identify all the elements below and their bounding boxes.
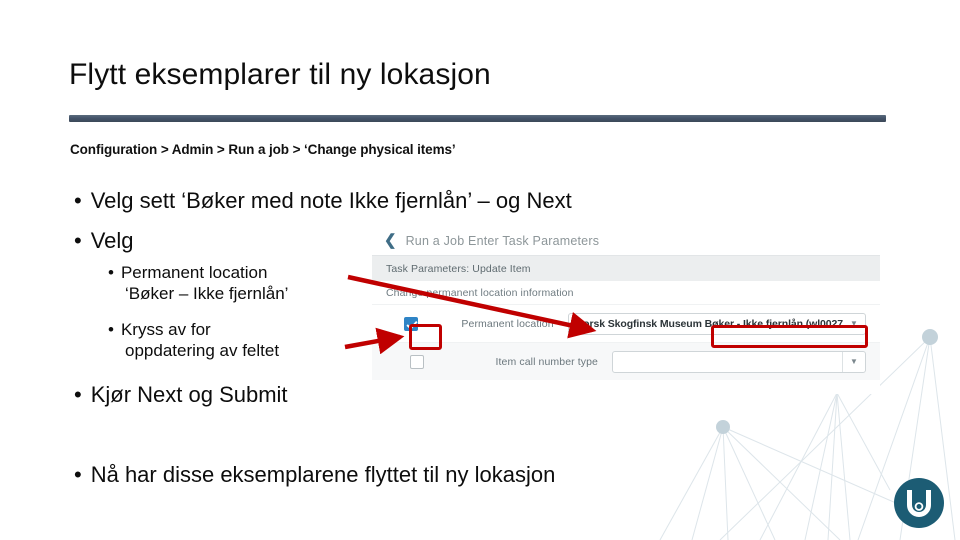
chevron-down-icon[interactable]: ▼ xyxy=(843,314,865,334)
bullet-velg-sett: • Velg sett ‘Bøker med note Ikke fjernlån… xyxy=(74,188,572,215)
item-call-number-type-select[interactable]: ▼ xyxy=(612,350,866,373)
bullet-marker: • xyxy=(74,228,82,253)
bullet-permanent-location: • Permanent location ‘Bøker – Ikke fjernl… xyxy=(108,263,358,304)
permanent-location-label: Permanent location xyxy=(461,317,554,330)
title-divider xyxy=(69,115,886,122)
screenshot-header: ❮ Run a Job Enter Task Parameters xyxy=(372,226,880,256)
permanent-location-value: Norsk Skogfinsk Museum Bøker - Ikke fjer… xyxy=(575,317,843,330)
bullet-marker: • xyxy=(74,188,82,213)
bullet-kryss-av: • Kryss av for oppdatering av feltet xyxy=(108,320,358,361)
bullet-kryss-av-line1: Kryss av for xyxy=(120,320,211,339)
change-permanent-location-subsection-title: Change permanent location information xyxy=(372,281,880,304)
bullet-marker: • xyxy=(74,462,82,487)
bullet-velg-sett-text: Velg sett ‘Bøker med note Ikke fjernlån’… xyxy=(90,188,572,213)
embedded-screenshot: ❮ Run a Job Enter Task Parameters Task P… xyxy=(372,226,880,394)
bullet-kjor-text: Kjør Next og Submit xyxy=(90,382,288,407)
page-title: Flytt eksemplarer til ny lokasjon xyxy=(69,58,491,91)
screenshot-header-title: Run a Job Enter Task Parameters xyxy=(405,233,600,248)
permanent-location-checkbox-cell xyxy=(386,316,435,331)
item-call-number-type-checkbox-cell xyxy=(386,354,448,369)
bullet-marker: • xyxy=(108,263,114,282)
item-call-number-type-label: Item call number type xyxy=(495,355,598,368)
bullet-kryss-av-line2: oppdatering av feltet xyxy=(125,340,280,360)
item-call-number-type-checkbox[interactable] xyxy=(410,354,424,369)
table-row: Permanent location Norsk Skogfinsk Museu… xyxy=(372,304,880,342)
bullet-velg-text: Velg xyxy=(90,228,134,253)
bullet-naa-flyttet: • Nå har disse eksemplarene flyttet til n… xyxy=(74,462,555,489)
brand-logo xyxy=(894,478,944,528)
permanent-location-select[interactable]: Norsk Skogfinsk Museum Bøker - Ikke fjer… xyxy=(567,312,866,335)
bullet-kjor-next-submit: • Kjør Next og Submit xyxy=(74,382,288,409)
permanent-location-checkbox[interactable] xyxy=(403,316,418,331)
bullet-naa-text: Nå har disse eksemplarene flyttet til ny… xyxy=(90,462,556,487)
slide: Flytt eksemplarer til ny lokasjon Config… xyxy=(0,0,960,540)
bullet-permanent-location-line2: ‘Bøker – Ikke fjernlån’ xyxy=(125,283,289,303)
table-row: Item call number type ▼ xyxy=(372,342,880,380)
chevron-down-icon[interactable]: ▼ xyxy=(842,351,865,372)
task-parameters-section-title: Task Parameters: Update Item xyxy=(372,256,880,281)
breadcrumb: Configuration > Admin > Run a job > ‘Cha… xyxy=(70,142,456,157)
bullet-marker: • xyxy=(108,320,114,339)
bullet-marker: • xyxy=(74,382,82,407)
chevron-left-icon[interactable]: ❮ xyxy=(384,233,397,248)
bullet-velg: • Velg xyxy=(74,228,134,255)
bullet-permanent-location-line1: Permanent location xyxy=(120,263,268,282)
